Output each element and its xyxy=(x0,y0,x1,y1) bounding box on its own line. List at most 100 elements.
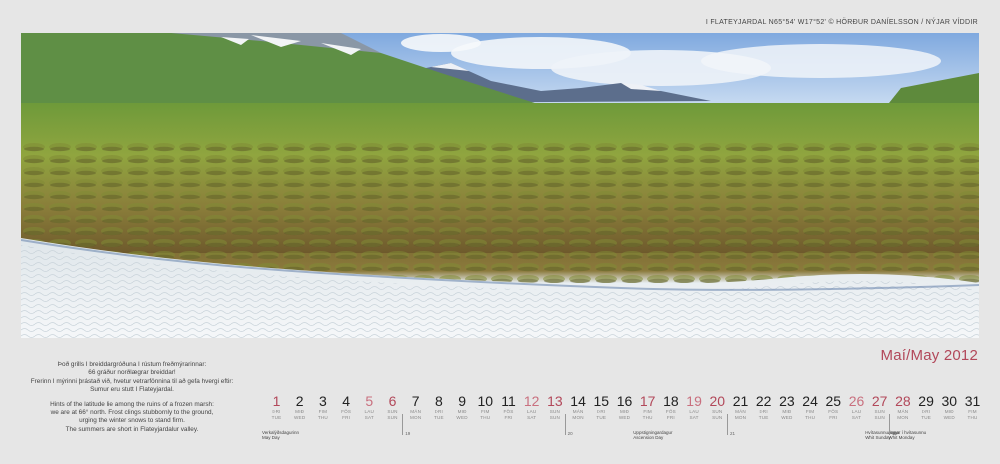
photo-caption: Þoð grills I breiddargróðuna I rústum fr… xyxy=(22,361,242,440)
weekday-label: MON xyxy=(410,414,422,420)
weekday-label: SUN xyxy=(387,414,398,420)
calendar-day: 15 ÞRI TUE xyxy=(590,393,613,420)
photo-credit: I FLATEYJARDAL N65°54' W17°52' © HÖRÐUR … xyxy=(705,19,978,26)
day-number: 18 xyxy=(663,393,679,409)
weekday-label: THU xyxy=(480,414,491,420)
week-separator xyxy=(727,414,728,435)
weekday-label: THU xyxy=(805,414,816,420)
weekday-label: SUN xyxy=(874,414,885,420)
weekday-label: WED xyxy=(456,414,468,420)
calendar-day: 2 MIÐ WED xyxy=(288,393,311,420)
weekday-label: MON xyxy=(897,414,909,420)
day-number: 6 xyxy=(388,393,397,409)
landscape-illustration xyxy=(21,33,979,338)
month-title: Maí/May 2012 xyxy=(880,347,978,364)
caption-en-line: we are at 66° north. Frost clings stubbo… xyxy=(50,409,214,417)
calendar-days: 1 ÞRI TUE 2 MIÐ WED 3 FIM THU 4 FÖS FRI 5 LAU SAT 6 SUN S… xyxy=(262,393,980,453)
calendar-day: 4 FÖS FRI xyxy=(335,393,358,420)
weekday-label: SAT xyxy=(851,414,862,420)
weekday-label: TUE xyxy=(758,414,769,420)
calendar-day: 12 LAU SAT xyxy=(520,393,543,420)
weekday-label: SAT xyxy=(364,414,374,420)
day-number: 7 xyxy=(411,393,420,409)
weekday-label: FRI xyxy=(504,414,513,420)
day-number: 9 xyxy=(458,393,466,409)
calendar-day: 7 MÁN MON xyxy=(404,393,427,420)
day-number: 11 xyxy=(501,393,516,409)
weekday-label: MON xyxy=(572,414,584,420)
caption-is-line: 66 gráður norðlægrar breiddar! xyxy=(88,369,176,377)
calendar-day: 8 ÞRI TUE xyxy=(427,393,450,420)
calendar-day: 28 MÁN MON xyxy=(891,393,914,420)
landscape-photo xyxy=(21,33,979,338)
week-number: 22 xyxy=(892,431,898,436)
calendar-day: 13 SUN SUN xyxy=(543,393,566,420)
calendar-day: 3 FIM THU xyxy=(311,393,334,420)
weekday-label: WED xyxy=(618,414,631,420)
day-number: 29 xyxy=(918,393,934,409)
holiday-line: Whit Monday xyxy=(888,435,915,441)
day-number: 15 xyxy=(593,393,610,409)
caption-icelandic: Þoð grills I breiddargróðuna I rústum fr… xyxy=(22,361,242,395)
day-number: 20 xyxy=(709,393,726,409)
day-number: 8 xyxy=(434,393,443,409)
caption-is-line: Sumur eru stutt I Flateyjardal. xyxy=(90,386,174,394)
week-separator xyxy=(402,414,404,435)
weekday-label: TUE xyxy=(433,414,444,420)
day-number: 28 xyxy=(895,393,911,409)
day-number: 31 xyxy=(964,393,981,409)
day-number: 4 xyxy=(342,393,350,409)
calendar-day: 10 FIM THU xyxy=(474,393,497,420)
calendar-day: 16 MIÐ WED xyxy=(613,393,636,420)
weekday-label: FRI xyxy=(829,414,838,420)
caption-en-line: Hints of the latitude lie among the ruin… xyxy=(50,400,214,408)
day-number: 19 xyxy=(686,393,702,409)
calendar-day: 19 LAU SAT xyxy=(683,393,706,420)
calendar-day: 25 FÖS FRI xyxy=(822,393,845,420)
day-number: 30 xyxy=(941,393,958,409)
caption-english: Hints of the latitude lie among the ruin… xyxy=(22,401,242,435)
calendar-day: 11 FÖS FRI xyxy=(497,393,520,420)
day-number: 14 xyxy=(570,393,586,409)
day-number: 22 xyxy=(755,393,772,409)
calendar-day: 30 MIÐ WED xyxy=(938,393,961,420)
caption-en-line: urging the winter snows to stand firm. xyxy=(79,417,185,425)
week-number: 20 xyxy=(567,431,573,436)
calendar-day: 22 ÞRI TUE xyxy=(752,393,775,420)
calendar-day: 23 MIÐ WED xyxy=(775,393,798,420)
day-number: 25 xyxy=(825,393,842,409)
holiday-note: Verkalýðsdagurinn May Day xyxy=(262,430,299,441)
calendar-day: 24 FIM THU xyxy=(799,393,822,420)
weekday-label: FRI xyxy=(342,414,351,420)
caption-is-line: Frerinn I mýrinni þrástað við, hvetur ve… xyxy=(30,377,234,385)
holiday-note: Uppstigningardagur Ascension Day xyxy=(633,430,672,441)
week-separator xyxy=(564,414,566,435)
day-number: 1 xyxy=(272,393,281,409)
calendar-day: 14 MÁN MON xyxy=(567,393,590,420)
calendar-day: 29 ÞRI TUE xyxy=(915,393,938,420)
weekday-label: TUE xyxy=(921,414,931,420)
holiday-line: Ascension Day xyxy=(633,435,664,441)
calendar-day: 27 SUN SUN xyxy=(868,393,891,420)
weekday-label: SUN xyxy=(712,414,723,420)
day-number: 3 xyxy=(318,393,327,409)
calendar-day: 1 ÞRI TUE xyxy=(265,393,288,420)
day-number: 26 xyxy=(848,393,865,409)
calendar-day: 17 FIM THU xyxy=(636,393,659,420)
weekday-label: MON xyxy=(734,414,747,420)
day-number: 27 xyxy=(871,393,888,409)
day-number: 2 xyxy=(295,393,304,409)
day-number: 23 xyxy=(779,393,795,409)
day-number: 10 xyxy=(477,393,494,409)
day-number: 24 xyxy=(802,393,818,409)
calendar-day: 31 FIM THU xyxy=(961,393,984,420)
calendar-day: 21 MÁN MON xyxy=(729,393,752,420)
weekday-label: WED xyxy=(943,414,955,420)
week-number: 21 xyxy=(730,431,736,436)
day-number: 21 xyxy=(732,393,749,409)
weekday-label: SAT xyxy=(527,414,537,420)
weekday-label: FRI xyxy=(666,414,675,420)
weekday-label: THU xyxy=(967,414,978,420)
calendar-day: 18 FÖS FRI xyxy=(659,393,682,420)
calendar-day: 6 SUN SUN xyxy=(381,393,404,420)
